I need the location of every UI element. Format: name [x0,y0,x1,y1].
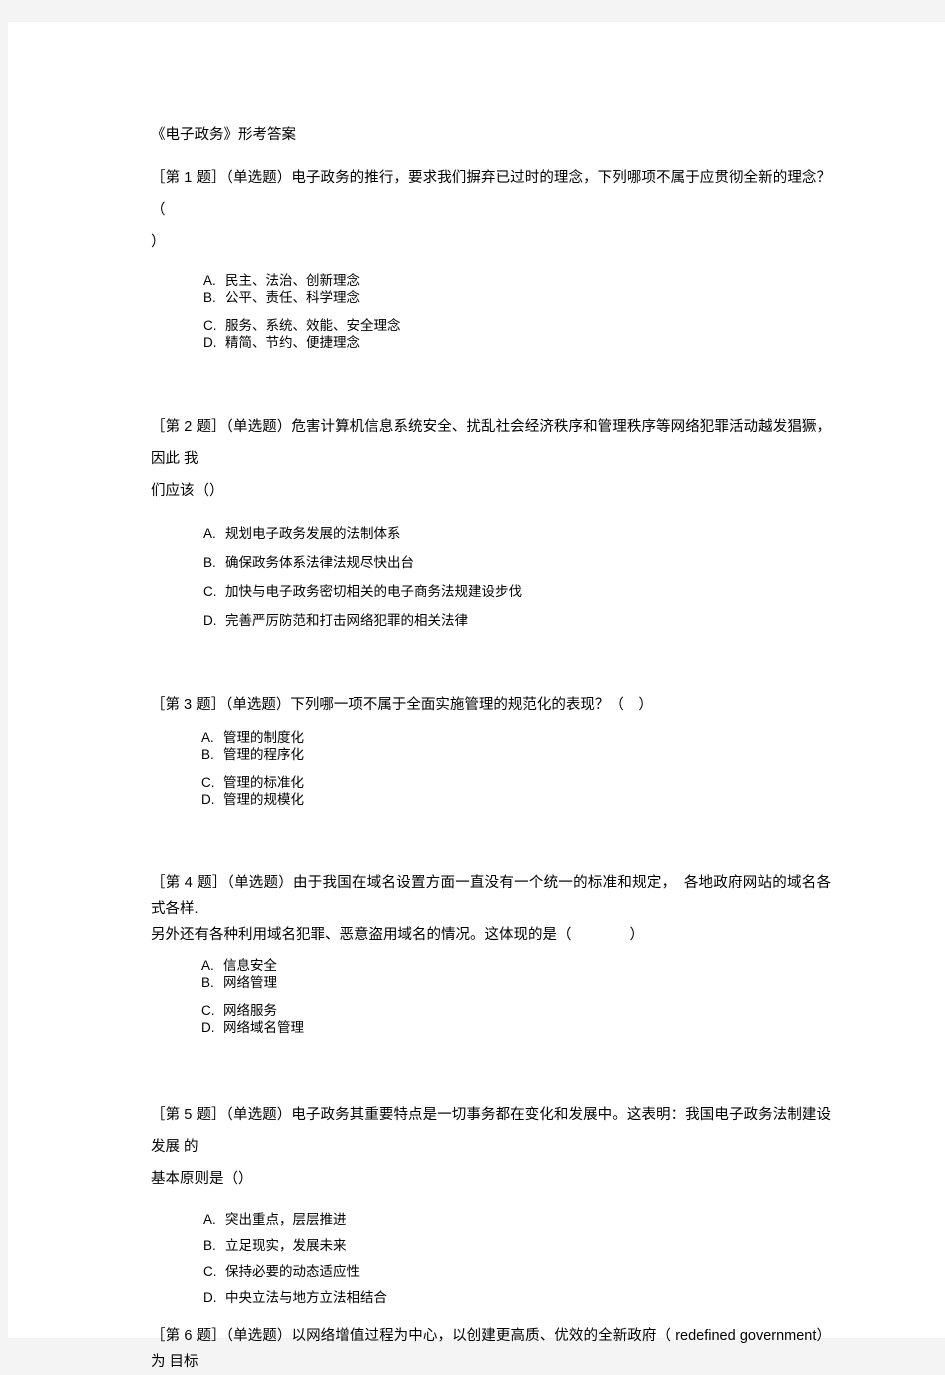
option-item[interactable]: A. 突出重点，层层推进 [203,1207,831,1233]
question-stem-5: ［第 5 题］（单选题）电子政务其重要特点是一切事务都在变化和发展中。这表明：我… [151,1107,831,1155]
option-label: D. [203,335,217,350]
option-label: C. [201,775,215,790]
option-text: 立足现实，发展未来 [225,1238,347,1253]
option-item[interactable]: C. 网络服务 [201,1002,831,1019]
question-stem-2-cont: 们应该（） [151,483,224,499]
option-item[interactable]: A. 民主、法治、创新理念 [203,272,831,289]
question-stem-2: ［第 2 题］（单选题）危害计算机信息系统安全、扰乱社会经济秩序和管理秩序等网络… [151,419,831,467]
option-label: A. [203,273,216,288]
option-label: B. [201,747,214,762]
option-label: C. [203,584,217,599]
option-label: D. [203,613,217,628]
option-label: A. [201,958,214,973]
option-text: 规划电子政务发展的法制体系 [225,526,401,541]
option-text: 管理的制度化 [223,730,304,745]
option-text: 服务、系统、效能、安全理念 [225,318,401,333]
option-item[interactable]: A. 规划电子政务发展的法制体系 [203,519,831,548]
option-item[interactable]: C. 保持必要的动态适应性 [203,1259,831,1285]
option-label: B. [201,975,214,990]
option-text: 网络服务 [223,1003,277,1018]
option-item[interactable]: C. 服务、系统、效能、安全理念 [203,317,831,334]
option-text: 民主、法治、创新理念 [225,273,360,288]
question-block-5: ［第 5 题］（单选题）电子政务其重要特点是一切事务都在变化和发展中。这表明：我… [151,1099,831,1311]
options-list-5: A. 突出重点，层层推进 B. 立足现实，发展未来 C. 保持必要的动态适应性 D. 中… [203,1207,831,1311]
option-label: A. [203,1212,216,1227]
document-content: 《电子政务》形考答案 ［第 1 题］（单选题）电子政务的推行，要求我们摒弃已过时… [151,122,831,1375]
option-label: D. [203,1290,217,1305]
options-list-2: A. 规划电子政务发展的法制体系 B. 确保政务体系法律法规尽快出台 C. 加快与电子… [203,519,831,635]
option-text: 加快与电子政务密切相关的电子商务法规建设步伐 [225,584,522,599]
option-label: C. [201,1003,215,1018]
question-block-2: ［第 2 题］（单选题）危害计算机信息系统安全、扰乱社会经济秩序和管理秩序等网络… [151,411,831,635]
option-item[interactable]: C. 管理的标准化 [201,774,831,791]
document-page: 《电子政务》形考答案 ［第 1 题］（单选题）电子政务的推行，要求我们摒弃已过时… [8,22,945,1370]
option-item[interactable]: B. 立足现实，发展未来 [203,1233,831,1259]
option-text: 保持必要的动态适应性 [225,1264,360,1279]
option-text: 完善严厉防范和打击网络犯罪的相关法律 [225,613,468,628]
option-item[interactable]: A. 管理的制度化 [201,729,831,746]
option-item[interactable]: D. 中央立法与地方立法相结合 [203,1285,831,1311]
question-stem-1: ［第 1 题］（单选题）电子政务的推行，要求我们摒弃已过时的理念，下列哪项不属于… [151,170,831,218]
option-item[interactable]: D. 管理的规模化 [201,791,831,808]
option-text: 管理的标准化 [223,775,304,790]
option-text: 管理的规模化 [223,792,304,807]
question-stem-4-cont: 另外还有各种利用域名犯罪、恶意盗用域名的情况。这体现的是（ ） [151,927,644,943]
option-text: 确保政务体系法律法规尽快出台 [225,555,414,570]
option-item[interactable]: D. 完善严厉防范和打击网络犯罪的相关法律 [203,606,831,635]
question-stem-4: ［第 4 题］（单选题）由于我国在域名设置方面一直没有一个统一的标准和规定， 各… [151,875,831,917]
option-item[interactable]: B. 管理的程序化 [201,746,831,763]
options-list-1: A. 民主、法治、创新理念 B. 公平、责任、科学理念 C. 服务、系统、效能、安全理… [203,272,831,351]
option-label: B. [203,555,216,570]
option-text: 网络域名管理 [223,1020,304,1035]
option-label: D. [201,792,215,807]
options-list-4: A. 信息安全 B. 网络管理 C. 网络服务 D. 网络域名管理 [201,957,831,1036]
option-text: 突出重点，层层推进 [225,1212,347,1227]
option-label: B. [203,290,216,305]
question-stem-6: ［第 6 题］（单选题）以网络增值过程为中心，以创建更高质、优效的全新政府（ r… [151,1328,831,1370]
option-label: B. [203,1238,216,1253]
option-text: 精简、节约、便捷理念 [225,335,360,350]
option-label: A. [203,526,216,541]
option-label: D. [201,1020,215,1035]
option-text: 公平、责任、科学理念 [225,290,360,305]
option-item[interactable]: D. 精简、节约、便捷理念 [203,334,831,351]
question-stem-3: ［第 3 题］（单选题）下列哪一项不属于全面实施管理的规范化的表现？（ ） [151,697,653,713]
option-label: C. [203,1264,217,1279]
option-item[interactable]: D. 网络域名管理 [201,1019,831,1036]
question-block-1: ［第 1 题］（单选题）电子政务的推行，要求我们摒弃已过时的理念，下列哪项不属于… [151,162,831,351]
option-item[interactable]: B. 确保政务体系法律法规尽快出台 [203,548,831,577]
option-label: A. [201,730,214,745]
option-item[interactable]: C. 加快与电子政务密切相关的电子商务法规建设步伐 [203,577,831,606]
option-item[interactable]: B. 公平、责任、科学理念 [203,289,831,306]
option-text: 网络管理 [223,975,277,990]
option-label: C. [203,318,217,333]
option-text: 中央立法与地方立法相结合 [225,1290,387,1305]
question-stem-1-cont: ） [151,234,166,250]
question-block-3: ［第 3 题］（单选题）下列哪一项不属于全面实施管理的规范化的表现？（ ） A.… [151,692,831,808]
question-stem-5-cont: 基本原则是（） [151,1171,253,1187]
option-text: 信息安全 [223,958,277,973]
options-list-3: A. 管理的制度化 B. 管理的程序化 C. 管理的标准化 D. 管理的规模化 [201,729,831,808]
question-block-4: ［第 4 题］（单选题）由于我国在域名设置方面一直没有一个统一的标准和规定， 各… [151,870,831,1036]
option-item[interactable]: A. 信息安全 [201,957,831,974]
document-title: 《电子政务》形考答案 [151,127,296,143]
question-block-6: ［第 6 题］（单选题）以网络增值过程为中心，以创建更高质、优效的全新政府（ r… [151,1323,831,1375]
option-text: 管理的程序化 [223,747,304,762]
option-item[interactable]: B. 网络管理 [201,974,831,991]
